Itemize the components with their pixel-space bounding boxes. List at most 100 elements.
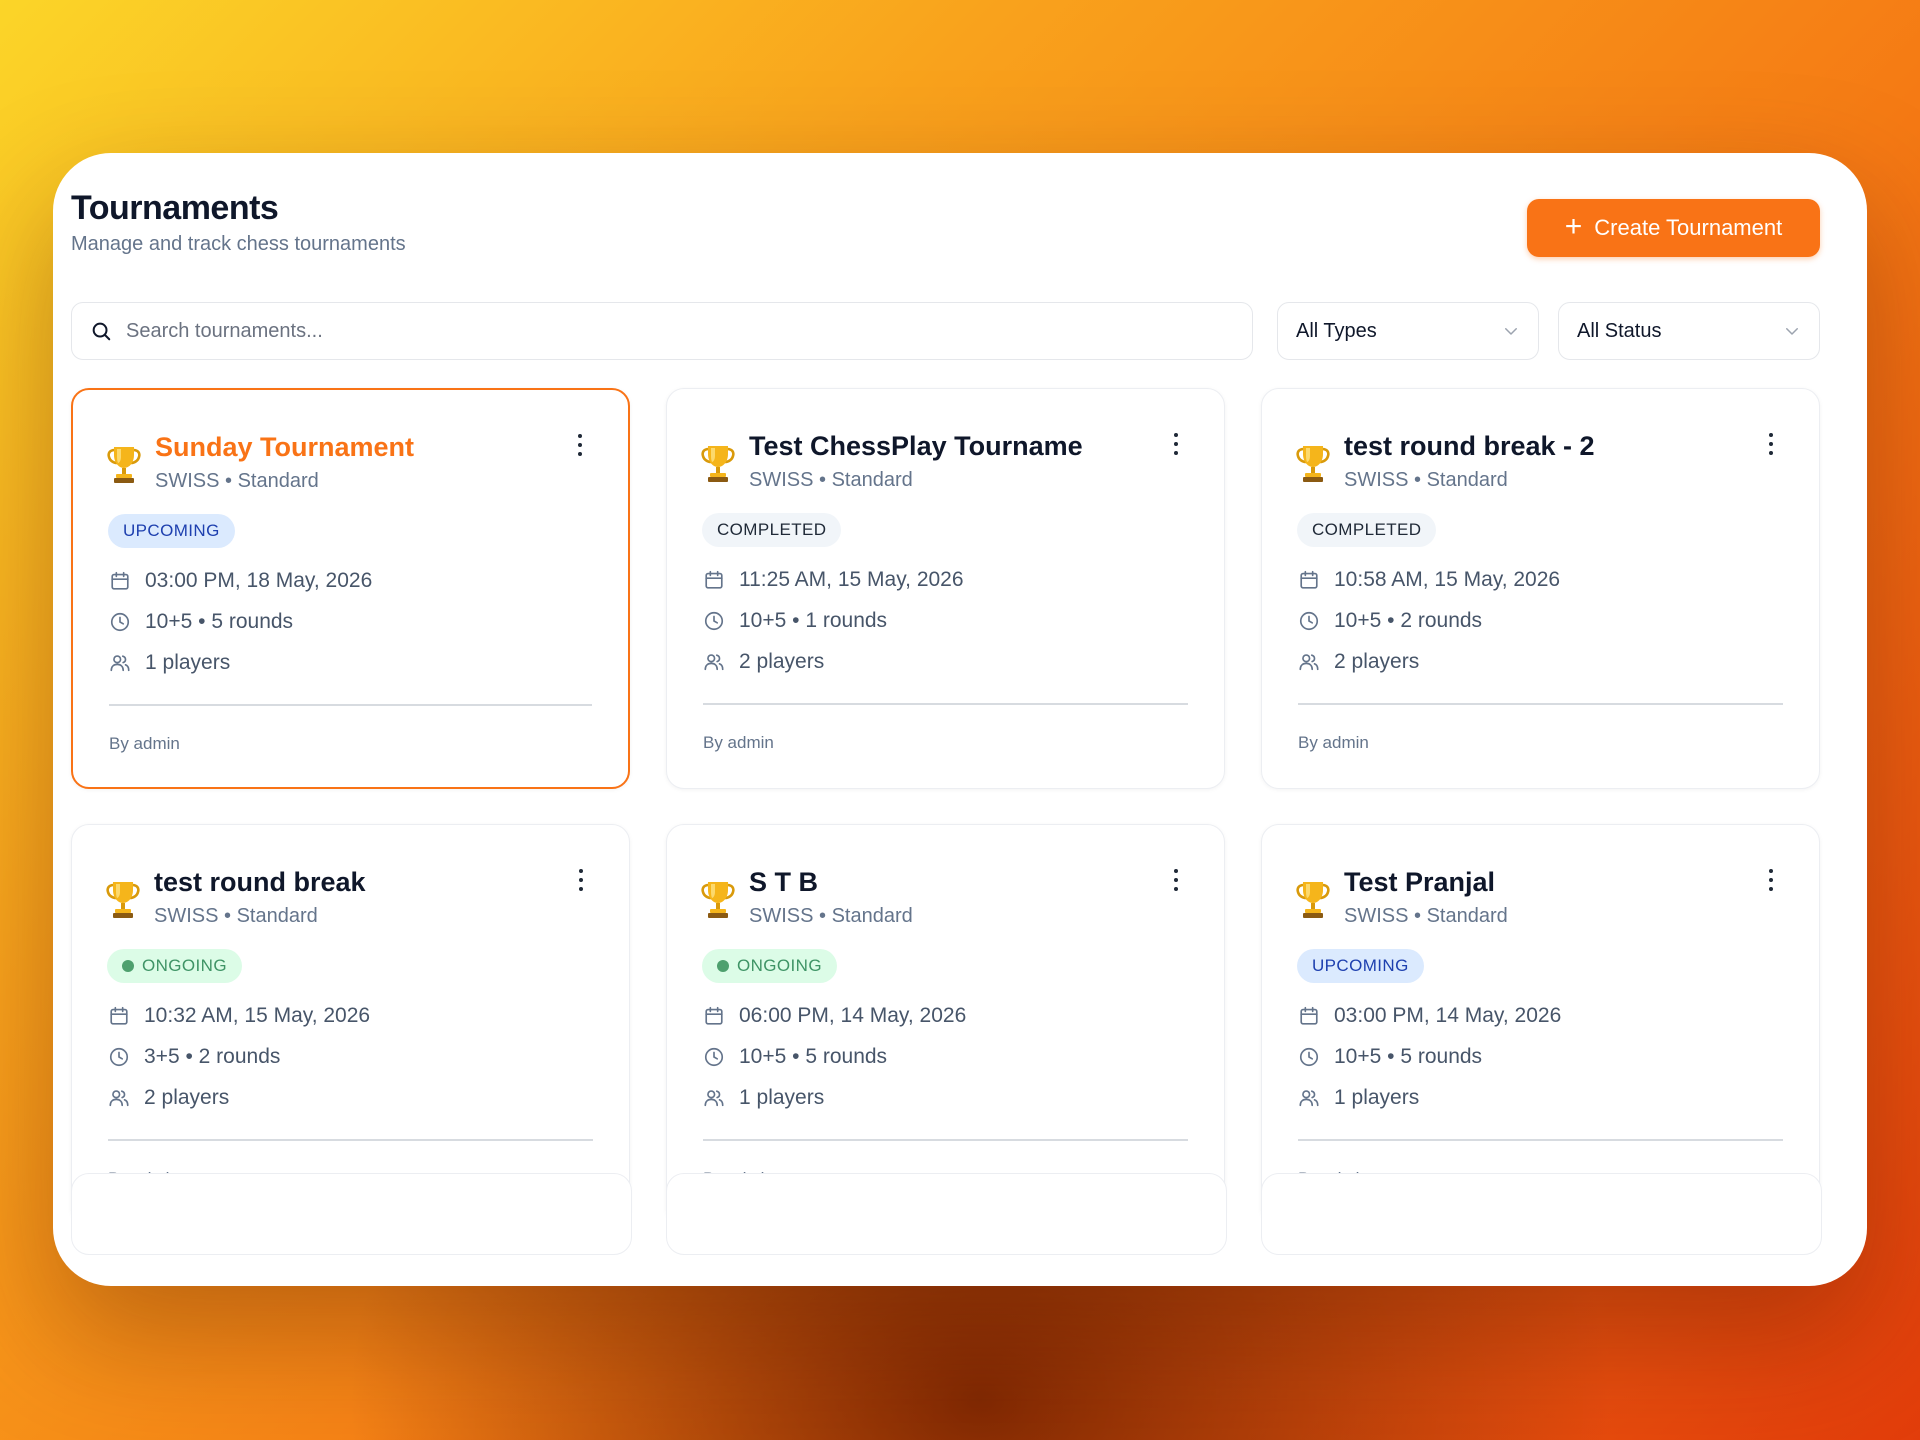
clock-icon: [110, 612, 130, 632]
start-date: 10:58 AM, 15 May, 2026: [1334, 568, 1561, 591]
trophy-icon: [1296, 882, 1330, 918]
tournament-card[interactable]: test round break - 2 SWISS • Standard CO…: [1261, 388, 1820, 789]
search-input[interactable]: [124, 318, 1128, 344]
players-row: 2 players: [1298, 650, 1419, 674]
trophy-icon: [701, 446, 735, 482]
time-control-row: 10+5 • 2 rounds: [1298, 609, 1482, 633]
status-dot: [122, 960, 134, 972]
created-by: By admin: [109, 734, 180, 753]
clock-icon: [109, 1047, 129, 1067]
tournament-card[interactable]: S T B SWISS • Standard ONGOING 06:00 PM,…: [666, 824, 1225, 1225]
card-divider: [703, 703, 1188, 705]
more-vertical-icon[interactable]: [574, 434, 586, 456]
status-badge: UPCOMING: [108, 514, 235, 548]
more-vertical-icon[interactable]: [1765, 433, 1777, 455]
more-vertical-icon[interactable]: [1765, 869, 1777, 891]
more-vertical-icon[interactable]: [575, 869, 587, 891]
time-control: 10+5 • 5 rounds: [739, 1045, 888, 1068]
status-label: UPCOMING: [1312, 956, 1409, 975]
create-tournament-label: Create Tournament: [1594, 215, 1783, 240]
tournament-card[interactable]: Test ChessPlay Tourname SWISS • Standard…: [666, 388, 1225, 789]
calendar-icon: [705, 570, 723, 589]
tournament-card[interactable]: [666, 1173, 1227, 1255]
players-count: 2 players: [739, 650, 825, 673]
status-badge: ONGOING: [107, 949, 242, 983]
tournament-name[interactable]: test round break: [154, 867, 366, 898]
create-tournament-button[interactable]: + Create Tournament: [1527, 199, 1820, 257]
start-date: 11:25 AM, 15 May, 2026: [739, 568, 964, 591]
status-filter-select[interactable]: All Status: [1558, 302, 1820, 360]
status-badge: COMPLETED: [702, 513, 842, 547]
status-label: ONGOING: [142, 956, 227, 975]
tournament-format: SWISS • Standard: [155, 470, 319, 492]
time-control: 10+5 • 5 rounds: [1334, 1045, 1483, 1068]
tournament-format: SWISS • Standard: [154, 905, 318, 927]
status-label: UPCOMING: [123, 521, 220, 540]
status-badge: UPCOMING: [1297, 949, 1424, 983]
tournament-format: SWISS • Standard: [1344, 905, 1508, 927]
search-box[interactable]: [71, 302, 1253, 360]
time-control-row: 10+5 • 5 rounds: [109, 610, 293, 634]
players-row: 1 players: [1298, 1086, 1419, 1110]
trophy-icon: [107, 447, 141, 483]
chevron-down-icon: [1786, 328, 1798, 335]
type-filter-value: All Types: [1296, 319, 1377, 342]
tournament-name[interactable]: Sunday Tournament: [155, 432, 414, 463]
tournament-name[interactable]: Test ChessPlay Tourname: [749, 431, 1083, 462]
chevron-down-icon: [1505, 328, 1517, 335]
time-control-row: 10+5 • 1 rounds: [703, 609, 887, 633]
clock-icon: [704, 1047, 724, 1067]
card-divider: [108, 1139, 593, 1141]
tournament-card[interactable]: Test Pranjal SWISS • Standard UPCOMING 0…: [1261, 824, 1820, 1225]
card-divider: [703, 1139, 1188, 1141]
players-count: 1 players: [145, 651, 231, 674]
page-title: Tournaments: [71, 189, 279, 227]
app-window: Tournaments Manage and track chess tourn…: [53, 153, 1867, 1286]
tournament-name[interactable]: S T B: [749, 867, 818, 898]
calendar-icon: [1300, 1006, 1318, 1025]
tournament-card[interactable]: test round break SWISS • Standard ONGOIN…: [71, 824, 630, 1225]
time-control-row: 10+5 • 5 rounds: [1298, 1045, 1482, 1069]
tournament-card[interactable]: [1261, 1173, 1822, 1255]
start-date-row: 11:25 AM, 15 May, 2026: [703, 568, 964, 592]
plus-icon: +: [1564, 209, 1583, 243]
created-by: By admin: [1298, 733, 1369, 752]
users-icon: [1299, 1090, 1319, 1107]
tournament-name[interactable]: Test Pranjal: [1344, 867, 1495, 898]
players-count: 2 players: [1334, 650, 1420, 673]
start-date-row: 03:00 PM, 14 May, 2026: [1298, 1004, 1561, 1028]
players-count: 1 players: [1334, 1086, 1420, 1109]
clock-icon: [704, 611, 724, 631]
status-label: COMPLETED: [717, 520, 827, 539]
time-control-row: 10+5 • 5 rounds: [703, 1045, 887, 1069]
status-badge: ONGOING: [702, 949, 837, 983]
players-row: 2 players: [108, 1086, 229, 1110]
tournament-name[interactable]: test round break - 2: [1344, 431, 1595, 462]
tournament-card[interactable]: [71, 1173, 632, 1255]
card-divider: [1298, 1139, 1783, 1141]
calendar-icon: [705, 1006, 723, 1025]
time-control: 10+5 • 2 rounds: [1334, 609, 1483, 632]
users-icon: [704, 654, 724, 671]
players-row: 1 players: [109, 651, 230, 675]
type-filter-select[interactable]: All Types: [1277, 302, 1539, 360]
status-label: ONGOING: [737, 956, 822, 975]
players-count: 1 players: [739, 1086, 825, 1109]
clock-icon: [1299, 1047, 1319, 1067]
search-icon: [92, 322, 111, 341]
card-divider: [1298, 703, 1783, 705]
more-vertical-icon[interactable]: [1170, 433, 1182, 455]
status-filter-value: All Status: [1577, 319, 1662, 342]
tournament-card[interactable]: Sunday Tournament SWISS • Standard UPCOM…: [71, 388, 630, 789]
time-control-row: 3+5 • 2 rounds: [108, 1045, 280, 1069]
more-vertical-icon[interactable]: [1170, 869, 1182, 891]
start-date: 06:00 PM, 14 May, 2026: [739, 1004, 967, 1027]
users-icon: [109, 1090, 129, 1107]
calendar-icon: [111, 571, 129, 590]
trophy-icon: [1296, 446, 1330, 482]
players-count: 2 players: [144, 1086, 230, 1109]
calendar-icon: [1300, 570, 1318, 589]
created-by: By admin: [703, 733, 774, 752]
page-subtitle: Manage and track chess tournaments: [71, 233, 406, 255]
tournament-format: SWISS • Standard: [749, 469, 913, 491]
